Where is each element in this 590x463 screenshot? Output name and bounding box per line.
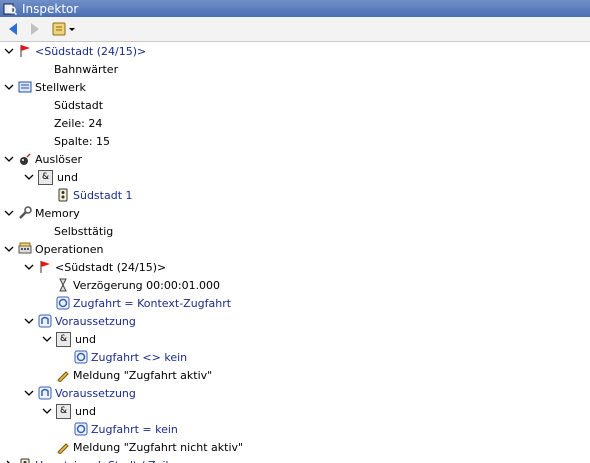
- chevron-down-icon[interactable]: [4, 154, 14, 164]
- tree-row[interactable]: Auslöser: [4, 150, 82, 168]
- tree-item-label: <Südstadt (24/15)>: [35, 44, 147, 58]
- flag-icon: [38, 260, 52, 274]
- chevron-down-icon[interactable]: [4, 82, 14, 92]
- tree-item-label: und: [57, 170, 78, 184]
- tree-item-label: Selbsttätig: [54, 224, 114, 238]
- tree-item-label: Hauptsignal: Stadt / Zeil ...: [35, 459, 182, 463]
- tree-item-label: und: [75, 404, 96, 418]
- chevron-down-icon[interactable]: [42, 334, 52, 344]
- tree-row[interactable]: Selbsttätig: [54, 222, 113, 240]
- tree-row[interactable]: Zugfahrt = Kontext-Zugfahrt: [56, 294, 231, 312]
- tree-item-label: Meldung "Zugfahrt nicht aktiv": [73, 440, 244, 454]
- tree-row[interactable]: & und: [42, 402, 96, 420]
- tree-item-label: Südstadt 1: [73, 188, 133, 202]
- tree-row[interactable]: Meldung "Zugfahrt aktiv": [56, 366, 212, 384]
- tree-row[interactable]: Zugfahrt <> kein: [74, 348, 187, 366]
- and-icon: &: [38, 169, 53, 185]
- forward-button[interactable]: [26, 20, 44, 38]
- tree-row[interactable]: Verzögerung 00:00:01.000: [56, 276, 220, 294]
- tree-item-label: Meldung "Zugfahrt aktiv": [73, 368, 213, 382]
- tree-row[interactable]: Hauptsignal: Stadt / Zeil ...: [4, 456, 182, 463]
- keyboard-icon: [18, 242, 32, 256]
- pencil-icon: [56, 440, 70, 455]
- signal-icon: [56, 188, 70, 202]
- tree-row[interactable]: Südstadt 1: [56, 186, 133, 204]
- chevron-down-icon[interactable]: [24, 262, 34, 272]
- signal-icon: [18, 458, 32, 463]
- chevron-down-icon[interactable]: [24, 388, 34, 398]
- tree-row[interactable]: Bahnwärter: [54, 60, 118, 78]
- chevron-down-icon[interactable]: [4, 46, 14, 56]
- tree-row[interactable]: Zugfahrt = kein: [74, 420, 178, 438]
- tree-item-label: Zugfahrt = Kontext-Zugfahrt: [73, 296, 232, 310]
- tree-item-label: Südstadt: [54, 98, 104, 112]
- condition-icon: [38, 386, 52, 400]
- tree-row[interactable]: <Südstadt (24/15)>: [24, 258, 166, 276]
- tree-row[interactable]: Meldung "Zugfahrt nicht aktiv": [56, 438, 243, 456]
- tree-row[interactable]: Spalte: 15: [54, 132, 110, 150]
- hourglass-icon: [56, 278, 70, 292]
- route-icon: [74, 350, 88, 364]
- back-button[interactable]: [4, 20, 22, 38]
- history-button[interactable]: [50, 20, 78, 38]
- toolbar: [0, 17, 590, 42]
- tree-item-label: Zeile: 24: [54, 116, 103, 130]
- flag-icon: [18, 44, 32, 58]
- tree-item-label: Bahnwärter: [54, 62, 119, 76]
- inspector-icon: [3, 3, 17, 15]
- chevron-down-icon[interactable]: [42, 406, 52, 416]
- tree-item-label: Spalte: 15: [54, 134, 111, 148]
- title-bar: Inspektor: [0, 0, 590, 17]
- route-icon: [74, 422, 88, 436]
- tree-item-label: Zugfahrt = kein: [91, 422, 178, 436]
- tree-row[interactable]: Operationen: [4, 240, 103, 258]
- chevron-down-icon[interactable]: [4, 208, 14, 218]
- tree-item-label: Voraussetzung: [55, 386, 136, 400]
- tree-item-label: Zugfahrt <> kein: [91, 350, 188, 364]
- tree-row[interactable]: & und: [42, 330, 96, 348]
- window-title: Inspektor: [22, 1, 79, 16]
- condition-icon: [38, 314, 52, 328]
- tree-item-label: Memory: [35, 206, 80, 220]
- tree-row[interactable]: & und: [24, 168, 78, 186]
- chevron-down-icon[interactable]: [24, 172, 34, 182]
- history-icon: [52, 22, 75, 36]
- tree-row[interactable]: Zeile: 24: [54, 114, 102, 132]
- and-icon: &: [56, 331, 71, 347]
- tree-item-label: <Südstadt (24/15)>: [55, 260, 167, 274]
- tree-item-label: Stellwerk: [35, 80, 86, 94]
- route-icon: [56, 296, 70, 310]
- forward-arrow-icon: [31, 23, 39, 35]
- tree-row[interactable]: Voraussetzung: [24, 312, 136, 330]
- pencil-icon: [56, 368, 70, 383]
- tree-row[interactable]: <Südstadt (24/15)>: [4, 42, 146, 60]
- bomb-icon: [18, 152, 32, 166]
- tree-item-label: Auslöser: [35, 152, 83, 166]
- chevron-down-icon[interactable]: [24, 316, 34, 326]
- tree-item-label: und: [75, 332, 96, 346]
- back-arrow-icon: [9, 23, 17, 35]
- chevron-down-icon[interactable]: [4, 244, 14, 254]
- tree-item-label: Verzögerung 00:00:01.000: [73, 278, 221, 292]
- tree-row[interactable]: Stellwerk: [4, 78, 86, 96]
- inspector-tree: <Südstadt (24/15)> Bahnwärter Stellwerk Süd…: [0, 42, 590, 463]
- panel-icon: [18, 80, 32, 94]
- tree-row[interactable]: Voraussetzung: [24, 384, 136, 402]
- wrench-icon: [18, 206, 32, 220]
- tree-row[interactable]: Memory: [4, 204, 80, 222]
- tree-row[interactable]: Südstadt: [54, 96, 103, 114]
- tree-item-label: Voraussetzung: [55, 314, 136, 328]
- tree-item-label: Operationen: [35, 242, 104, 256]
- and-icon: &: [56, 403, 71, 419]
